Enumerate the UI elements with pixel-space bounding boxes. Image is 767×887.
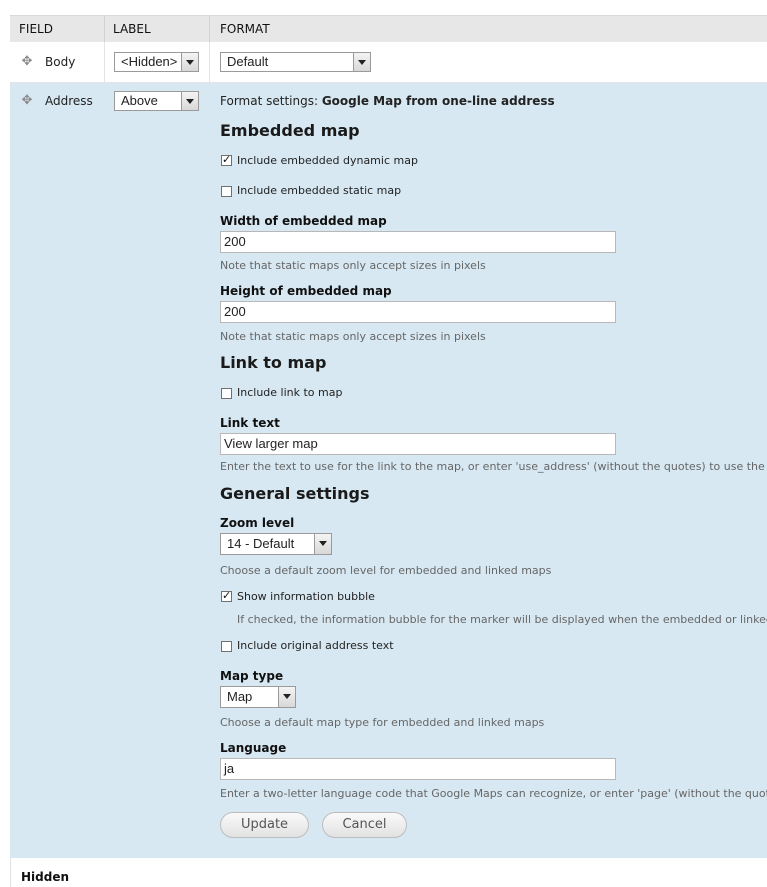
column-divider (104, 42, 105, 82)
label-language: Language (220, 741, 287, 755)
cancel-button[interactable]: Cancel (322, 812, 407, 838)
zoom-level-select[interactable]: 14 - Default (220, 533, 332, 555)
checkbox-label: Include original address text (237, 639, 394, 652)
label-zoom-level: Zoom level (220, 516, 295, 530)
checkbox-label: Include link to map (237, 386, 343, 399)
language-input[interactable]: ja (220, 758, 616, 780)
checkbox-static-map[interactable] (221, 186, 232, 197)
link-text-input[interactable]: View larger map (220, 433, 616, 455)
label-width: Width of embedded map (220, 214, 387, 228)
format-settings-prefix: Format settings: (220, 94, 318, 108)
select-value: Above (121, 93, 158, 108)
label-select-body[interactable]: <Hidden> (114, 52, 199, 72)
table-row-body: ✥ Body <Hidden> Default (10, 42, 767, 83)
select-value: <Hidden> (121, 54, 178, 69)
info-bubble-note: If checked, the information bubble for t… (237, 613, 767, 626)
column-header-field: FIELD (19, 22, 53, 36)
checkbox-original-address[interactable] (221, 641, 232, 652)
heading-link-to-map: Link to map (220, 353, 327, 372)
map-type-select[interactable]: Map (220, 686, 296, 708)
label-map-type: Map type (220, 669, 284, 683)
checkbox-label: Show information bubble (237, 590, 375, 603)
column-divider (104, 16, 105, 42)
chevron-down-icon (278, 687, 295, 707)
checkbox-label: Include embedded dynamic map (237, 154, 418, 167)
table-row-address: ✥ Address Above Format settings: Google … (10, 83, 767, 858)
column-divider (209, 42, 210, 82)
height-input[interactable]: 200 (220, 301, 616, 323)
heading-embedded-map: Embedded map (220, 121, 360, 140)
map-type-note: Choose a default map type for embedded a… (220, 716, 545, 729)
label-height: Height of embedded map (220, 284, 392, 298)
checkbox-info-bubble[interactable] (221, 589, 232, 602)
hidden-section-row: Hidden (10, 858, 767, 887)
chevron-down-icon (353, 53, 370, 71)
chevron-down-icon (181, 53, 198, 71)
select-value: 14 - Default (227, 536, 295, 551)
format-select-body[interactable]: Default (220, 52, 371, 72)
format-settings-title: Format settings: Google Map from one-lin… (220, 94, 555, 108)
update-button[interactable]: Update (220, 812, 309, 838)
label-link-text: Link text (220, 416, 280, 430)
field-name-address: Address (45, 94, 93, 108)
field-name-body: Body (45, 55, 76, 69)
column-divider (209, 16, 210, 42)
drag-handle-icon[interactable]: ✥ (21, 94, 33, 107)
drag-handle-icon[interactable]: ✥ (21, 55, 33, 68)
width-note: Note that static maps only accept sizes … (220, 259, 486, 272)
hidden-section-label: Hidden (21, 870, 70, 884)
width-input[interactable]: 200 (220, 231, 616, 253)
checkbox-link-to-map[interactable] (221, 388, 232, 399)
select-value: Map (227, 689, 253, 704)
height-note: Note that static maps only accept sizes … (220, 330, 486, 343)
column-header-label: LABEL (113, 22, 151, 36)
table-header: FIELD LABEL FORMAT (10, 15, 767, 43)
chevron-down-icon (181, 92, 198, 110)
label-select-address[interactable]: Above (114, 91, 199, 111)
select-value: Default (227, 54, 269, 69)
checkbox-label: Include embedded static map (237, 184, 402, 197)
column-header-format: FORMAT (220, 22, 270, 36)
format-name: Google Map from one-line address (321, 94, 555, 108)
language-note: Enter a two-letter language code that Go… (220, 787, 767, 800)
heading-general-settings: General settings (220, 484, 370, 503)
checkbox-dynamic-map[interactable] (221, 153, 232, 166)
zoom-level-note: Choose a default zoom level for embedded… (220, 564, 552, 577)
link-text-note: Enter the text to use for the link to th… (220, 460, 767, 473)
chevron-down-icon (314, 534, 331, 554)
